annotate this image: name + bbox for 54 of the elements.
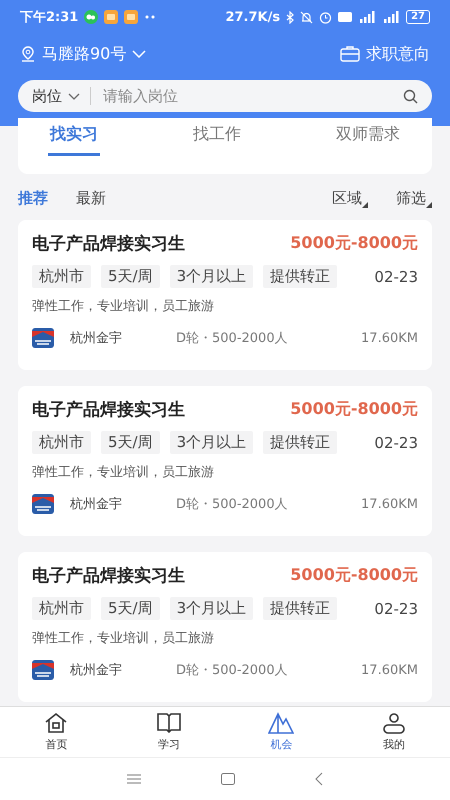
job-tag: 提供转正: [263, 431, 338, 454]
job-tag: 杭州市: [32, 431, 91, 454]
distance: 17.60KM: [361, 330, 418, 346]
company-name: 杭州金宇: [70, 330, 123, 347]
benefits: 弹性工作，专业培训，员工旅游: [32, 298, 215, 315]
job-card[interactable]: 电子产品焊接实习生 5000元-8000元 杭州市 5天/周 3个月以上 提供转正 02-23 弹性工作，专业培训，员工旅游 杭州金宇 D轮・500-2000人 17.60KM: [18, 552, 432, 702]
job-tag: 5天/周: [101, 431, 160, 454]
sort-option[interactable]: 推荐: [18, 188, 48, 208]
location-label[interactable]: 马塍路90号: [42, 44, 126, 64]
post-date: 02-23: [374, 268, 418, 286]
category-dropdown[interactable]: 岗位: [32, 86, 62, 106]
nav-label[interactable]: 机会: [270, 737, 292, 752]
job-card[interactable]: 电子产品焊接实习生 5000元-8000元 杭州市 5天/周 3个月以上 提供转正 02-23 弹性工作，专业培训，员工旅游 杭州金宇 D轮・500-2000人 17.60KM: [18, 220, 432, 370]
tab[interactable]: 双师需求: [334, 118, 402, 156]
post-date: 02-23: [374, 600, 418, 618]
job-tag: 提供转正: [263, 597, 338, 620]
job-title: 电子产品焊接实习生: [32, 399, 186, 421]
job-tag: 杭州市: [32, 265, 91, 288]
job-tag: 3个月以上: [170, 597, 254, 620]
job-tag: 5天/周: [101, 265, 160, 288]
salary: 5000元-8000元: [290, 565, 418, 586]
nav-label[interactable]: 首页: [45, 737, 68, 752]
post-date: 02-23: [374, 434, 418, 452]
salary: 5000元-8000元: [290, 399, 418, 420]
nav-label[interactable]: 我的: [382, 737, 405, 752]
filter-dropdown[interactable]: 区域: [332, 188, 362, 208]
status-time: 下午2:31: [20, 9, 78, 26]
search-field[interactable]: 岗位 请输入岗位: [18, 80, 432, 112]
battery-indicator: 27: [406, 10, 430, 24]
job-card[interactable]: 电子产品焊接实习生 5000元-8000元 杭州市 5天/周 3个月以上 提供转正 02-23 弹性工作，专业培训，员工旅游 杭州金宇 D轮・500-2000人 17.60KM: [18, 386, 432, 536]
nav-label[interactable]: 学习: [158, 737, 180, 752]
distance: 17.60KM: [361, 496, 418, 512]
job-tag: 3个月以上: [170, 431, 254, 454]
job-tag: 5天/周: [101, 597, 160, 620]
company-name: 杭州金宇: [70, 496, 123, 513]
network-speed: 27.7K/s: [225, 10, 280, 24]
benefits: 弹性工作，专业培训，员工旅游: [32, 464, 215, 481]
job-intent-link[interactable]: 求职意向: [366, 44, 430, 64]
job-tag: 3个月以上: [170, 265, 254, 288]
filter-dropdown[interactable]: 筛选: [396, 188, 426, 208]
tab[interactable]: 找工作: [191, 118, 243, 156]
benefits: 弹性工作，专业培训，员工旅游: [32, 630, 215, 647]
job-tag: 杭州市: [32, 597, 91, 620]
company-name: 杭州金宇: [70, 662, 123, 679]
job-title: 电子产品焊接实习生: [32, 565, 186, 587]
company-info: D轮・500-2000人: [176, 330, 288, 347]
company-info: D轮・500-2000人: [176, 662, 288, 679]
tab[interactable]: 找实习: [48, 118, 100, 156]
salary: 5000元-8000元: [290, 233, 418, 254]
sort-option[interactable]: 最新: [76, 188, 106, 208]
job-title: 电子产品焊接实习生: [32, 233, 186, 255]
company-info: D轮・500-2000人: [176, 496, 288, 513]
distance: 17.60KM: [361, 662, 418, 678]
job-tag: 提供转正: [263, 265, 338, 288]
